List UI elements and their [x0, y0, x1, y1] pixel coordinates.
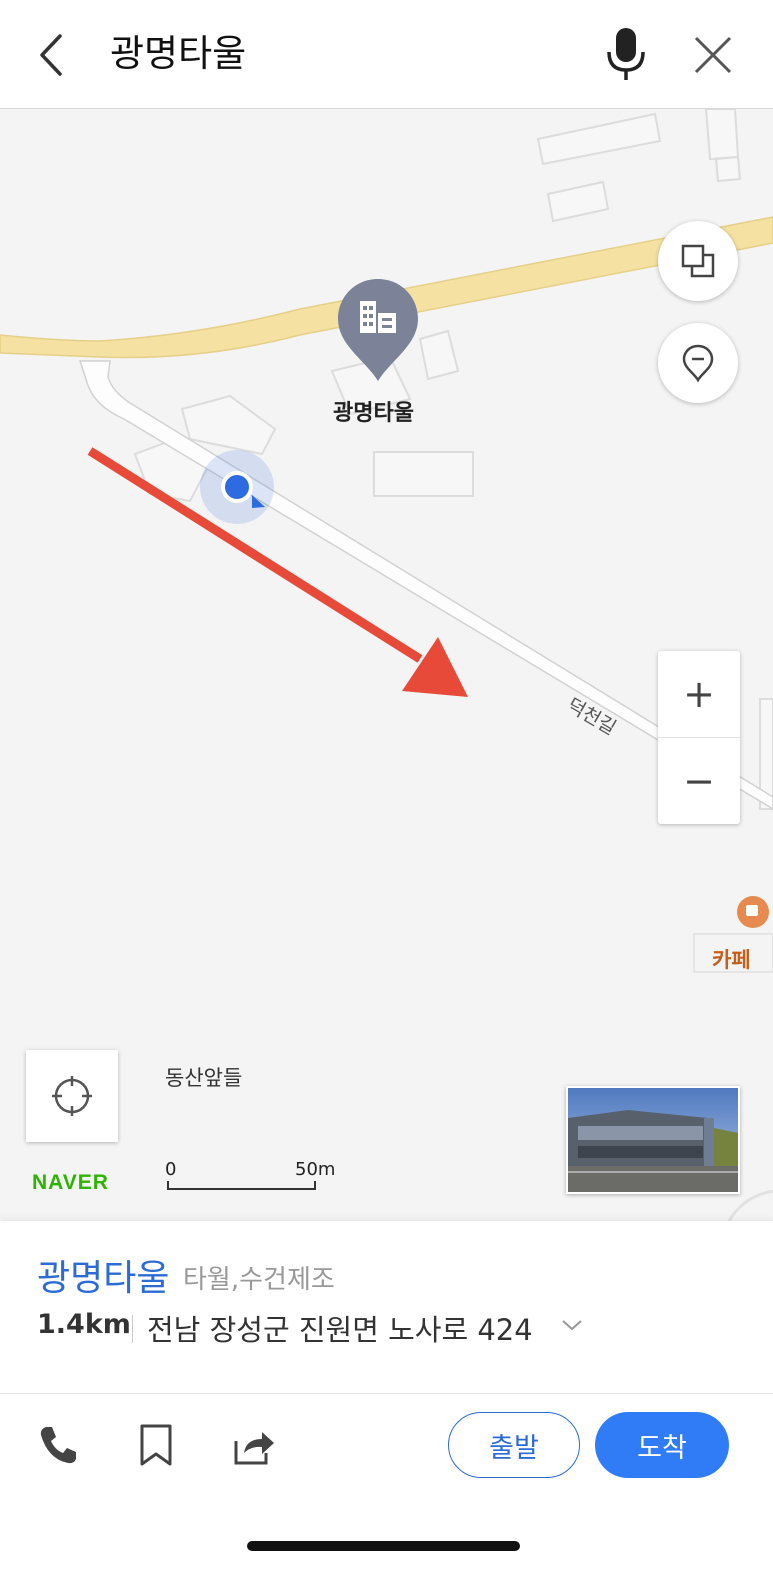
layers-icon — [681, 244, 715, 278]
chevron-down-icon[interactable] — [560, 1317, 584, 1333]
place-info-sheet: 광명타울 타월,수건제조 1.4km 전남 장성군 진원면 노사로 424 출발… — [0, 1221, 773, 1585]
map-pin-button[interactable] — [658, 323, 738, 403]
zoom-in-button[interactable]: + — [658, 651, 740, 737]
start-route-button[interactable]: 출발 — [448, 1412, 580, 1478]
microphone-icon[interactable] — [600, 26, 652, 84]
place-category: 타월,수건제조 — [183, 1265, 335, 1295]
map-view[interactable]: 광명타울 덕천길 동산앞들 카페 + − NAVER 0 50m — [0, 109, 773, 1221]
scale-bar — [167, 1181, 316, 1190]
location-pin-icon — [682, 344, 714, 383]
place-address[interactable]: 전남 장성군 진원면 노사로 424 — [147, 1307, 533, 1349]
naver-logo: NAVER — [32, 1171, 109, 1194]
map-layers-button[interactable] — [658, 221, 738, 301]
share-icon[interactable] — [232, 1423, 276, 1467]
map-scale: 0 50m — [165, 1159, 340, 1191]
sheet-divider — [0, 1393, 773, 1394]
street-view-thumbnail[interactable] — [566, 1086, 740, 1194]
crosshair-icon — [52, 1076, 92, 1116]
info-divider — [132, 1315, 133, 1343]
home-indicator[interactable] — [247, 1541, 520, 1551]
zoom-out-button[interactable]: − — [658, 738, 740, 824]
cafe-label[interactable]: 카페 — [712, 944, 751, 974]
poi-label[interactable]: 광명타울 — [333, 395, 414, 427]
arrive-route-button[interactable]: 도착 — [595, 1412, 729, 1478]
search-query[interactable]: 광명타울 — [110, 28, 246, 80]
direction-arrow-head — [402, 637, 468, 697]
street-view-image — [568, 1088, 738, 1192]
bookmark-icon[interactable] — [134, 1423, 178, 1467]
area-label: 동산앞들 — [165, 1066, 243, 1090]
phone-icon[interactable] — [36, 1423, 80, 1467]
search-header: 광명타울 — [0, 0, 773, 109]
zoom-control: + − — [658, 651, 740, 824]
close-icon[interactable] — [688, 30, 738, 80]
place-name[interactable]: 광명타울 — [37, 1249, 169, 1301]
current-location-dot — [221, 471, 253, 503]
back-arrow-icon[interactable] — [30, 30, 74, 80]
my-location-button[interactable] — [26, 1050, 118, 1142]
place-distance: 1.4km — [37, 1309, 131, 1340]
